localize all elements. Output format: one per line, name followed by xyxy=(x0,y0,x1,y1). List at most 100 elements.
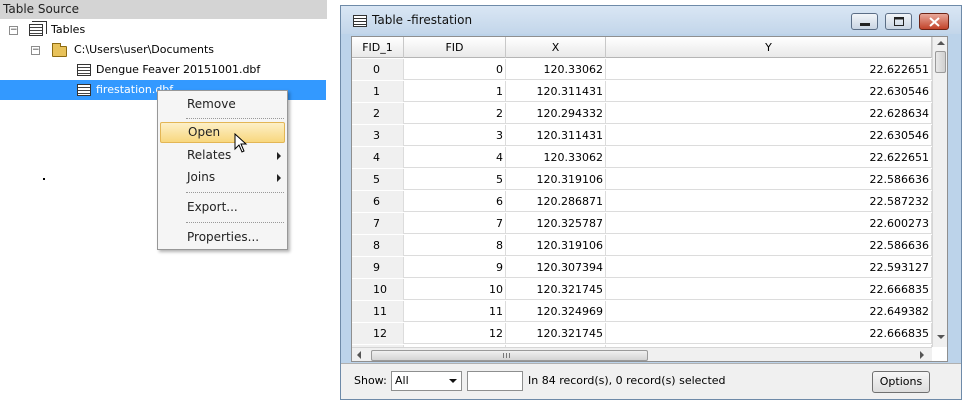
table-row[interactable]: 5 5 120.319106 22.586636 xyxy=(352,169,932,190)
column-header-fid[interactable]: FID xyxy=(404,37,506,58)
table-cell[interactable]: 7 xyxy=(404,213,506,234)
horizontal-scroll-thumb[interactable] xyxy=(371,350,648,361)
table-cell[interactable]: 120.319106 xyxy=(506,235,606,256)
table-cell[interactable]: 1 xyxy=(404,81,506,102)
folder-open-icon xyxy=(52,43,67,57)
table-cell[interactable]: 120.321745 xyxy=(506,323,606,344)
table-cell[interactable]: 22.586636 xyxy=(606,235,932,256)
table-cell[interactable]: 1 xyxy=(352,81,404,102)
table-cell[interactable]: 8 xyxy=(404,235,506,256)
table-cell[interactable]: 12 xyxy=(404,323,506,344)
table-row[interactable]: 4 4 120.33062 22.622651 xyxy=(352,147,932,168)
table-row[interactable]: 11 11 120.324969 22.649382 xyxy=(352,301,932,322)
table-cell[interactable]: 7 xyxy=(352,213,404,234)
table-cell[interactable]: 120.319106 xyxy=(506,169,606,190)
show-dropdown[interactable]: All xyxy=(391,371,462,391)
table-cell[interactable]: 120.33062 xyxy=(506,59,606,80)
table-cell[interactable]: 2 xyxy=(352,103,404,124)
table-row[interactable]: 0 0 120.33062 22.622651 xyxy=(352,59,932,80)
maximize-button[interactable] xyxy=(885,13,912,30)
table-row[interactable]: 9 9 120.307394 22.593127 xyxy=(352,257,932,278)
menu-separator xyxy=(186,192,284,193)
vertical-scrollbar[interactable] xyxy=(932,37,947,347)
table-cell[interactable]: 0 xyxy=(404,59,506,80)
table-row[interactable]: 6 6 120.286871 22.587232 xyxy=(352,191,932,212)
table-cell[interactable]: 22.666835 xyxy=(606,323,932,344)
table-cell[interactable]: 3 xyxy=(352,125,404,146)
table-cell[interactable]: 22.586636 xyxy=(606,169,932,190)
collapse-icon[interactable]: − xyxy=(31,46,40,55)
table-cell[interactable]: 22.630546 xyxy=(606,125,932,146)
column-header-x[interactable]: X xyxy=(506,37,606,58)
table-row[interactable]: 7 7 120.325787 22.600273 xyxy=(352,213,932,234)
table-cell[interactable]: 11 xyxy=(352,301,404,322)
menu-label: Relates xyxy=(187,148,232,162)
table-cell[interactable]: 120.311431 xyxy=(506,125,606,146)
table-cell[interactable]: 8 xyxy=(352,235,404,256)
tree-node-folder[interactable]: − C:\Users\user\Documents xyxy=(0,40,327,60)
table-cell[interactable]: 22.628634 xyxy=(606,103,932,124)
table-row[interactable]: 1 1 120.311431 22.630546 xyxy=(352,81,932,102)
table-cell[interactable]: 10 xyxy=(404,279,506,300)
table-cell[interactable]: 9 xyxy=(404,257,506,278)
table-cell[interactable]: 3 xyxy=(404,125,506,146)
table-cell[interactable]: 0 xyxy=(352,59,404,80)
table-cell[interactable]: 22.593127 xyxy=(606,257,932,278)
menu-item-export[interactable]: Export... xyxy=(160,197,285,218)
table-cell[interactable]: 120.321745 xyxy=(506,279,606,300)
vertical-scroll-thumb[interactable] xyxy=(935,51,946,73)
table-cell[interactable]: 22.587232 xyxy=(606,191,932,212)
table-cell[interactable]: 2 xyxy=(404,103,506,124)
scroll-left-icon[interactable] xyxy=(357,351,361,359)
table-row[interactable]: 8 8 120.319106 22.586636 xyxy=(352,235,932,256)
collapse-icon[interactable]: − xyxy=(9,26,18,35)
tree-item-dengue[interactable]: Dengue Feaver 20151001.dbf xyxy=(0,60,327,80)
table-row[interactable]: 12 12 120.321745 22.666835 xyxy=(352,323,932,344)
table-row[interactable]: 3 3 120.311431 22.630546 xyxy=(352,125,932,146)
table-cell[interactable]: 22.630546 xyxy=(606,81,932,102)
menu-item-relates[interactable]: Relates xyxy=(160,145,285,166)
scroll-right-icon[interactable] xyxy=(920,351,924,359)
minimize-button[interactable] xyxy=(851,13,878,30)
table-cell[interactable]: 11 xyxy=(404,301,506,322)
table-cell[interactable]: 120.325787 xyxy=(506,213,606,234)
table-cell[interactable]: 22.600273 xyxy=(606,213,932,234)
table-cell[interactable]: 22.622651 xyxy=(606,147,932,168)
table-cell[interactable]: 22.622651 xyxy=(606,59,932,80)
close-button[interactable] xyxy=(919,13,949,30)
table-cell[interactable]: 12 xyxy=(352,323,404,344)
table-cell[interactable]: 10 xyxy=(352,279,404,300)
table-cell[interactable]: 120.307394 xyxy=(506,257,606,278)
menu-item-open[interactable]: Open xyxy=(160,122,285,143)
table-row[interactable]: 2 2 120.294332 22.628634 xyxy=(352,103,932,124)
table-cell[interactable]: 5 xyxy=(352,169,404,190)
table-cell[interactable]: 6 xyxy=(352,191,404,212)
table-cell[interactable]: 120.324969 xyxy=(506,301,606,322)
table-cell[interactable]: 22.649382 xyxy=(606,301,932,322)
column-header-fid1[interactable]: FID_1 xyxy=(352,37,404,58)
table-cell[interactable]: 120.286871 xyxy=(506,191,606,212)
menu-item-joins[interactable]: Joins xyxy=(160,167,285,188)
table-cell[interactable]: 4 xyxy=(352,147,404,168)
tree-node-tables[interactable]: − Tables xyxy=(0,20,327,40)
table-cell[interactable]: 9 xyxy=(352,257,404,278)
scroll-up-icon[interactable] xyxy=(937,41,945,45)
minimize-icon xyxy=(860,23,870,26)
window-titlebar[interactable]: Table -firestation xyxy=(341,6,961,34)
table-cell[interactable]: 6 xyxy=(404,191,506,212)
options-button[interactable]: Options xyxy=(872,371,930,393)
table-cell[interactable]: 4 xyxy=(404,147,506,168)
table-cell[interactable]: 120.311431 xyxy=(506,81,606,102)
menu-item-remove[interactable]: Remove xyxy=(160,94,285,115)
table-row[interactable]: 10 10 120.321745 22.666835 xyxy=(352,279,932,300)
table-cell[interactable]: 22.666835 xyxy=(606,279,932,300)
scroll-down-icon[interactable] xyxy=(937,335,945,339)
record-number-input[interactable] xyxy=(467,371,523,391)
table-cell[interactable]: 5 xyxy=(404,169,506,190)
table-cell[interactable]: 120.294332 xyxy=(506,103,606,124)
menu-item-properties[interactable]: Properties... xyxy=(160,227,285,248)
horizontal-scrollbar[interactable] xyxy=(352,347,932,361)
maximize-icon xyxy=(894,17,904,26)
column-header-y[interactable]: Y xyxy=(606,37,932,58)
table-cell[interactable]: 120.33062 xyxy=(506,147,606,168)
